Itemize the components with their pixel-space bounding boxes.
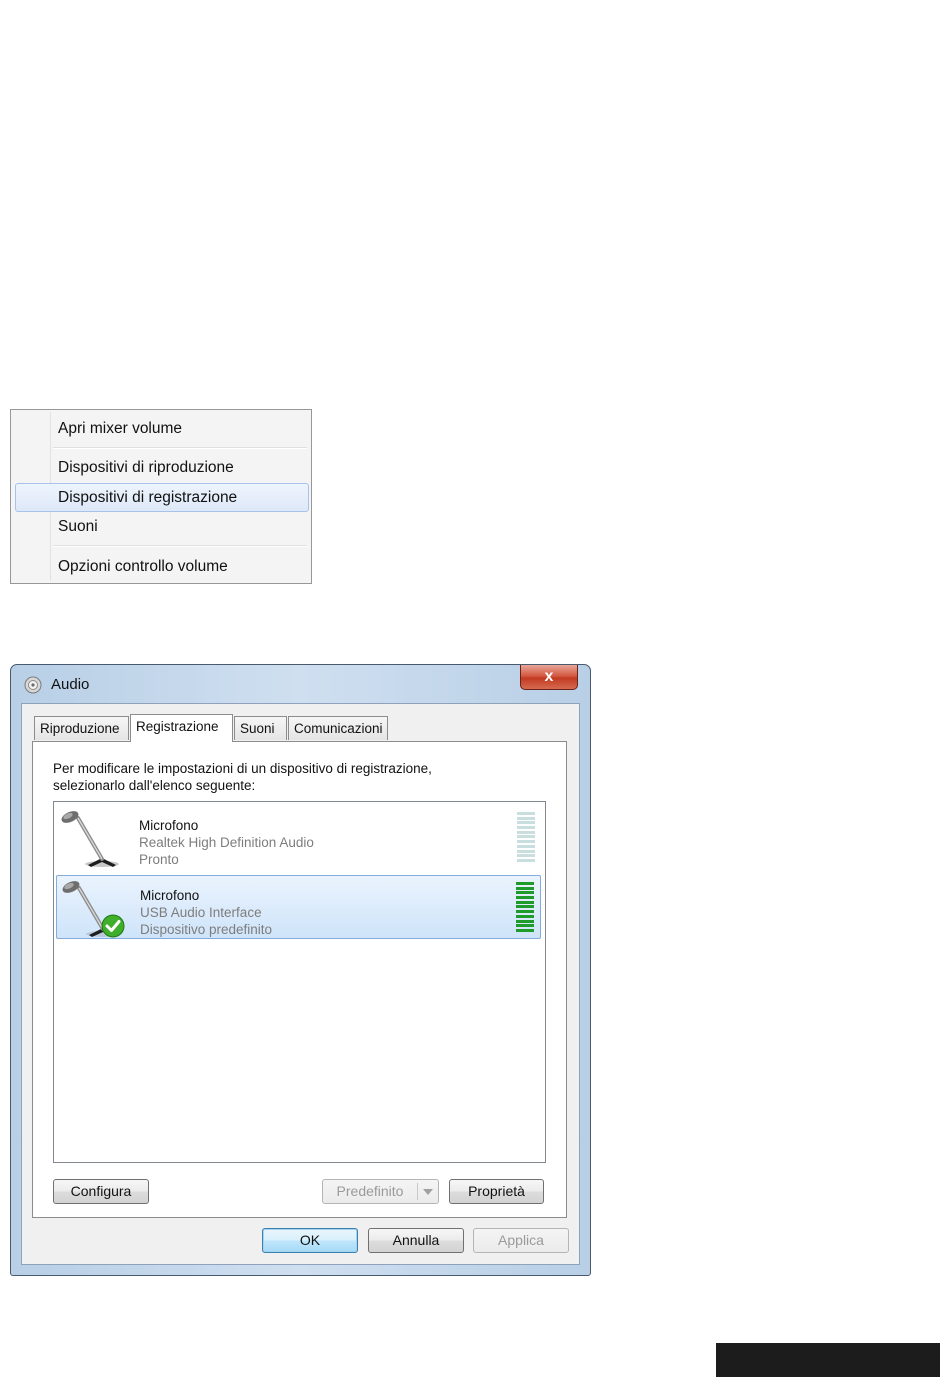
level-meter-segment xyxy=(516,905,534,909)
set-default-split-button[interactable]: Predefinito xyxy=(322,1179,439,1204)
level-meter-segment xyxy=(516,914,534,918)
tab-communications[interactable]: Comunicazioni xyxy=(288,716,388,740)
level-meter-segment xyxy=(516,900,534,904)
level-meter-segment xyxy=(517,826,535,830)
device-status: Pronto xyxy=(139,852,179,867)
dialog-client-area: Riproduzione Registrazione Suoni Comunic… xyxy=(21,703,580,1265)
menu-item-playback-devices[interactable]: Dispositivi di riproduzione xyxy=(15,453,309,482)
level-meter-segment xyxy=(517,849,535,853)
level-meter-segment xyxy=(517,830,535,834)
level-meter-segment xyxy=(516,891,534,895)
device-name: Microfono xyxy=(139,818,199,833)
ok-button[interactable]: OK xyxy=(262,1228,358,1253)
device-driver: Realtek High Definition Audio xyxy=(139,835,314,850)
device-item-realtek-microphone[interactable]: Microfono Realtek High Definition Audio … xyxy=(56,806,541,870)
default-device-checkmark-icon xyxy=(101,914,125,938)
level-meter-segment xyxy=(517,854,535,858)
level-meter-segment xyxy=(517,835,535,839)
instruction-line: selezionarlo dall'elenco seguente: xyxy=(53,778,256,793)
instruction-text: Per modificare le impostazioni di un dis… xyxy=(53,760,432,794)
dropdown-arrow-icon[interactable] xyxy=(423,1189,433,1195)
level-meter-segment xyxy=(517,812,535,815)
level-meter-segment xyxy=(517,844,535,848)
level-meter-segment xyxy=(516,886,534,890)
level-meter-segment xyxy=(517,858,535,862)
recording-tab-panel: Per modificare le impostazioni di un dis… xyxy=(32,741,567,1218)
properties-button[interactable]: Proprietà xyxy=(449,1179,544,1204)
menu-item-volume-control-options[interactable]: Opzioni controllo volume xyxy=(15,552,309,581)
speaker-icon xyxy=(24,676,42,694)
tab-recording[interactable]: Registrazione xyxy=(130,714,233,742)
split-divider xyxy=(417,1183,418,1200)
cancel-button[interactable]: Annulla xyxy=(368,1228,464,1253)
level-meter-segment xyxy=(516,910,534,914)
level-meter-segment xyxy=(517,840,535,844)
tab-sounds[interactable]: Suoni xyxy=(234,716,287,740)
audio-dialog: Audio x Riproduzione Registrazione Suoni… xyxy=(10,664,591,1276)
device-driver: USB Audio Interface xyxy=(140,905,262,920)
menu-separator xyxy=(53,545,307,547)
level-meter-segment xyxy=(517,821,535,825)
level-meter-segment xyxy=(517,816,535,820)
footer-bar xyxy=(716,1343,940,1377)
tab-playback[interactable]: Riproduzione xyxy=(34,716,129,740)
level-meter-segment xyxy=(516,924,534,928)
menu-item-sounds[interactable]: Suoni xyxy=(15,512,309,541)
device-item-usb-microphone[interactable]: Microfono USB Audio Interface Dispositiv… xyxy=(56,875,541,939)
instruction-line: Per modificare le impostazioni di un dis… xyxy=(53,761,432,776)
apply-button[interactable]: Applica xyxy=(473,1228,569,1253)
device-list[interactable]: Microfono Realtek High Definition Audio … xyxy=(53,801,546,1163)
menu-item-open-volume-mixer[interactable]: Apri mixer volume xyxy=(15,414,309,443)
level-meter-segment xyxy=(516,919,534,923)
device-name: Microfono xyxy=(140,888,200,903)
level-meter-segment xyxy=(516,896,534,900)
microphone-icon xyxy=(61,811,119,867)
close-button[interactable]: x xyxy=(520,665,578,690)
device-status: Dispositivo predefinito xyxy=(140,922,273,937)
level-meter-segment xyxy=(516,928,534,932)
title-bar[interactable]: Audio x xyxy=(11,665,590,703)
level-meter-segment xyxy=(516,882,534,885)
close-icon: x xyxy=(544,668,554,685)
context-menu: Apri mixer volume Dispositivi di riprodu… xyxy=(10,409,312,584)
set-default-label: Predefinito xyxy=(336,1183,404,1199)
configure-button[interactable]: Configura xyxy=(53,1179,149,1204)
level-meter xyxy=(516,882,534,934)
level-meter xyxy=(517,812,535,864)
menu-separator xyxy=(53,447,307,449)
menu-item-recording-devices[interactable]: Dispositivi di registrazione xyxy=(15,483,309,512)
window-title: Audio xyxy=(51,676,90,693)
